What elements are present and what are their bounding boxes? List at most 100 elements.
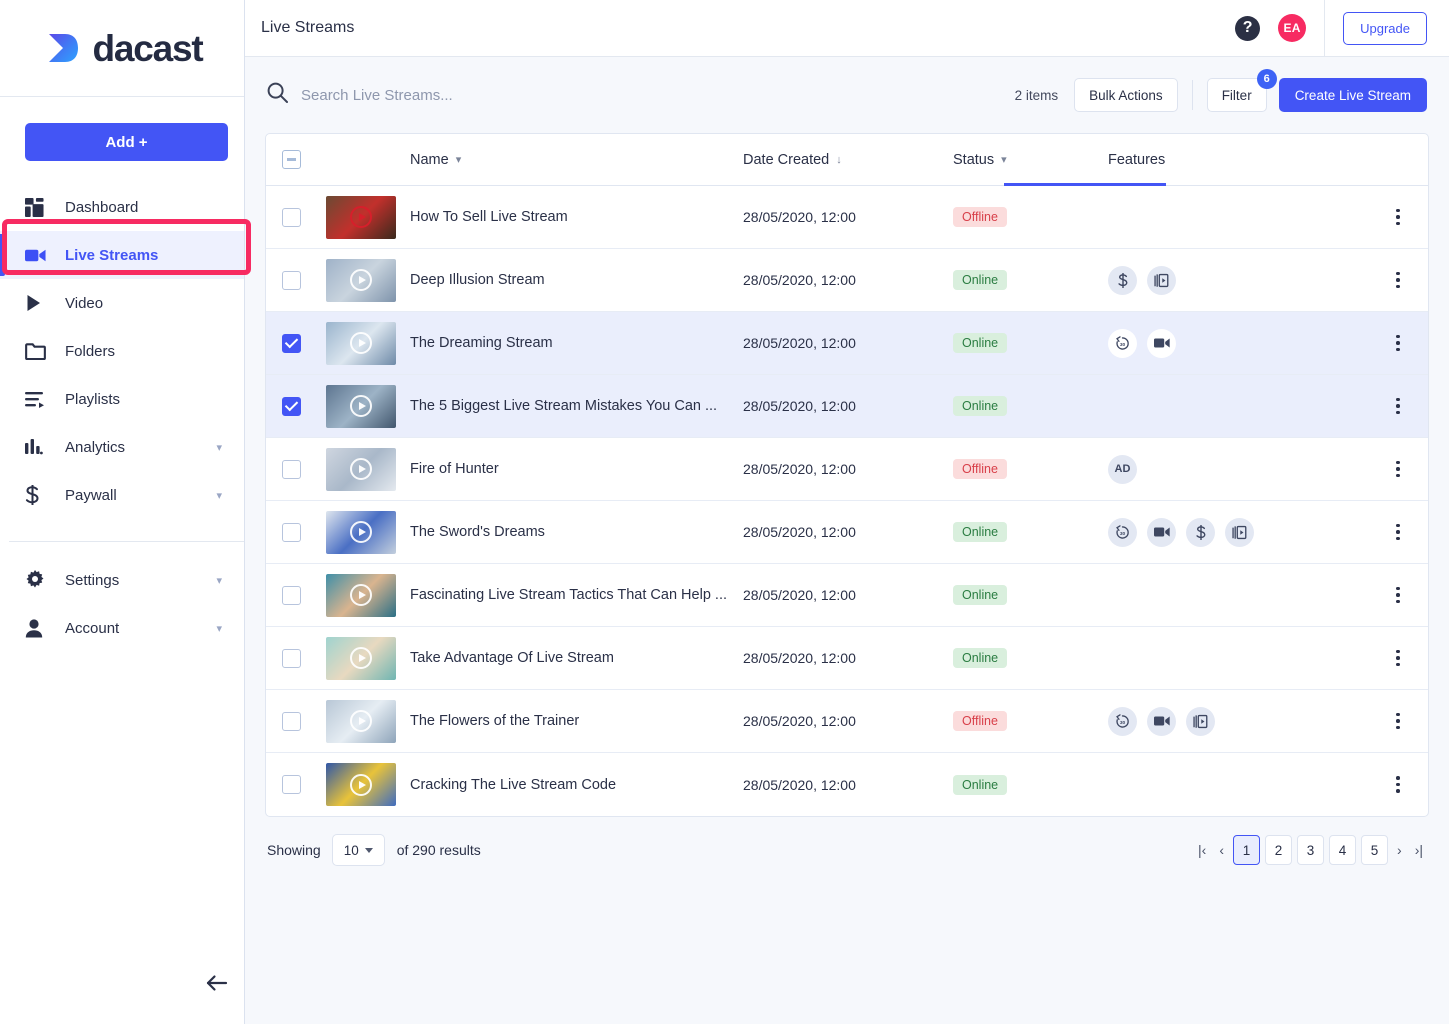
avatar[interactable]: EA [1278, 14, 1306, 42]
row-more-options-icon[interactable] [1390, 581, 1406, 610]
row-more-options-icon[interactable] [1390, 455, 1406, 484]
stream-name[interactable]: Take Advantage Of Live Stream [410, 650, 743, 666]
stream-thumbnail[interactable] [326, 700, 396, 743]
status-cell: Offline [953, 459, 1108, 479]
pagination-page-button[interactable]: 2 [1265, 835, 1292, 865]
stream-name[interactable]: Deep Illusion Stream [410, 272, 743, 288]
row-more-options-icon[interactable] [1390, 644, 1406, 673]
add-button[interactable]: Add + [25, 123, 228, 161]
sidebar-item-dashboard[interactable]: Dashboard [0, 183, 244, 231]
search-input[interactable] [301, 87, 701, 104]
row-more-options-icon[interactable] [1390, 707, 1406, 736]
sidebar-item-account[interactable]: Account ▾ [0, 604, 244, 652]
column-header-date-created[interactable]: Date Created ↓ [743, 152, 953, 168]
stream-name[interactable]: Fire of Hunter [410, 461, 743, 477]
row-select-cell [266, 712, 316, 731]
bulk-actions-button[interactable]: Bulk Actions [1074, 78, 1178, 112]
stream-thumbnail[interactable] [326, 385, 396, 428]
brand-logo[interactable]: dacast [0, 0, 244, 97]
row-checkbox[interactable] [282, 523, 301, 542]
row-select-cell [266, 208, 316, 227]
stream-thumbnail[interactable] [326, 448, 396, 491]
sidebar-item-settings[interactable]: Settings ▾ [0, 556, 244, 604]
pagination-page-button[interactable]: 3 [1297, 835, 1324, 865]
table-row[interactable]: Cracking The Live Stream Code28/05/2020,… [266, 753, 1428, 816]
sidebar-item-live-streams[interactable]: Live Streams [0, 231, 244, 279]
paywall-dollar-feature-icon[interactable] [1108, 266, 1137, 295]
sidebar-item-playlists[interactable]: Playlists [0, 375, 244, 423]
pagination-first-icon[interactable]: |‹ [1194, 842, 1210, 858]
select-all-checkbox[interactable] [282, 150, 301, 169]
table-row[interactable]: Fire of Hunter28/05/2020, 12:00OfflineAD [266, 438, 1428, 501]
row-more-options-icon[interactable] [1390, 770, 1406, 799]
row-checkbox[interactable] [282, 271, 301, 290]
row-checkbox[interactable] [282, 334, 301, 353]
playlist-feature-icon[interactable] [1225, 518, 1254, 547]
stream-name[interactable]: How To Sell Live Stream [410, 209, 743, 225]
stream-name[interactable]: Fascinating Live Stream Tactics That Can… [410, 587, 743, 603]
table-row[interactable]: Fascinating Live Stream Tactics That Can… [266, 564, 1428, 627]
stream-name[interactable]: The 5 Biggest Live Stream Mistakes You C… [410, 398, 743, 414]
row-checkbox[interactable] [282, 397, 301, 416]
table-row[interactable]: The 5 Biggest Live Stream Mistakes You C… [266, 375, 1428, 438]
stream-thumbnail[interactable] [326, 259, 396, 302]
table-row[interactable]: How To Sell Live Stream28/05/2020, 12:00… [266, 186, 1428, 249]
stream-name[interactable]: The Dreaming Stream [410, 335, 743, 351]
paywall-dollar-feature-icon[interactable] [1186, 518, 1215, 547]
pagination-next-icon[interactable]: › [1393, 842, 1406, 858]
recording-camera-feature-icon[interactable] [1147, 518, 1176, 547]
stream-name[interactable]: The Flowers of the Trainer [410, 713, 743, 729]
table-row[interactable]: Take Advantage Of Live Stream28/05/2020,… [266, 627, 1428, 690]
row-checkbox[interactable] [282, 775, 301, 794]
row-more-options-icon[interactable] [1390, 203, 1406, 232]
table-row[interactable]: The Dreaming Stream28/05/2020, 12:00Onli… [266, 312, 1428, 375]
table-row[interactable]: The Sword's Dreams28/05/2020, 12:00Onlin… [266, 501, 1428, 564]
pagination-page-button[interactable]: 4 [1329, 835, 1356, 865]
sidebar-collapse-button[interactable] [200, 968, 234, 1002]
row-checkbox[interactable] [282, 208, 301, 227]
question-mark-icon[interactable]: ? [1235, 16, 1260, 41]
pagination-page-button[interactable]: 1 [1233, 835, 1260, 865]
stream-thumbnail[interactable] [326, 637, 396, 680]
recording-camera-feature-icon[interactable] [1147, 329, 1176, 358]
table-row[interactable]: Deep Illusion Stream28/05/2020, 12:00Onl… [266, 249, 1428, 312]
stream-name[interactable]: Cracking The Live Stream Code [410, 777, 743, 793]
sidebar-item-analytics[interactable]: Analytics ▾ [0, 423, 244, 471]
stream-name[interactable]: The Sword's Dreams [410, 524, 743, 540]
row-more-options-icon[interactable] [1390, 392, 1406, 421]
row-more-options-icon[interactable] [1390, 518, 1406, 547]
row-checkbox[interactable] [282, 460, 301, 479]
playlist-feature-icon[interactable] [1186, 707, 1215, 736]
upgrade-button[interactable]: Upgrade [1343, 12, 1427, 45]
stream-thumbnail[interactable] [326, 196, 396, 239]
sidebar-item-folders[interactable]: Folders [0, 327, 244, 375]
column-header-status[interactable]: Status ▾ [953, 152, 1108, 168]
row-checkbox[interactable] [282, 649, 301, 668]
row-checkbox[interactable] [282, 586, 301, 605]
stream-thumbnail[interactable] [326, 574, 396, 617]
playlist-feature-icon[interactable] [1147, 266, 1176, 295]
date-cell: 28/05/2020, 12:00 [743, 524, 953, 540]
rewind-30-dvr-feature-icon[interactable]: 30 [1108, 329, 1137, 358]
stream-thumbnail[interactable] [326, 322, 396, 365]
pagination-last-icon[interactable]: ›| [1411, 842, 1427, 858]
row-checkbox[interactable] [282, 712, 301, 731]
rewind-30-dvr-feature-icon[interactable]: 30 [1108, 707, 1137, 736]
sort-arrow-down-icon: ↓ [836, 154, 842, 166]
row-more-options-icon[interactable] [1390, 266, 1406, 295]
create-live-stream-button[interactable]: Create Live Stream [1279, 78, 1427, 112]
table-row[interactable]: The Flowers of the Trainer28/05/2020, 12… [266, 690, 1428, 753]
rewind-30-dvr-feature-icon[interactable]: 30 [1108, 518, 1137, 547]
ad-feature-icon[interactable]: AD [1108, 455, 1137, 484]
sidebar-item-video[interactable]: Video [0, 279, 244, 327]
sidebar-item-paywall[interactable]: Paywall ▾ [0, 471, 244, 519]
pagination-prev-icon[interactable]: ‹ [1215, 842, 1228, 858]
pagination-page-button[interactable]: 5 [1361, 835, 1388, 865]
per-page-select[interactable]: 10 [332, 834, 385, 866]
row-more-options-icon[interactable] [1390, 329, 1406, 358]
stream-thumbnail[interactable] [326, 511, 396, 554]
stream-thumbnail[interactable] [326, 763, 396, 806]
sidebar-item-label: Dashboard [65, 199, 138, 216]
recording-camera-feature-icon[interactable] [1147, 707, 1176, 736]
column-header-name[interactable]: Name ▾ [410, 152, 743, 168]
